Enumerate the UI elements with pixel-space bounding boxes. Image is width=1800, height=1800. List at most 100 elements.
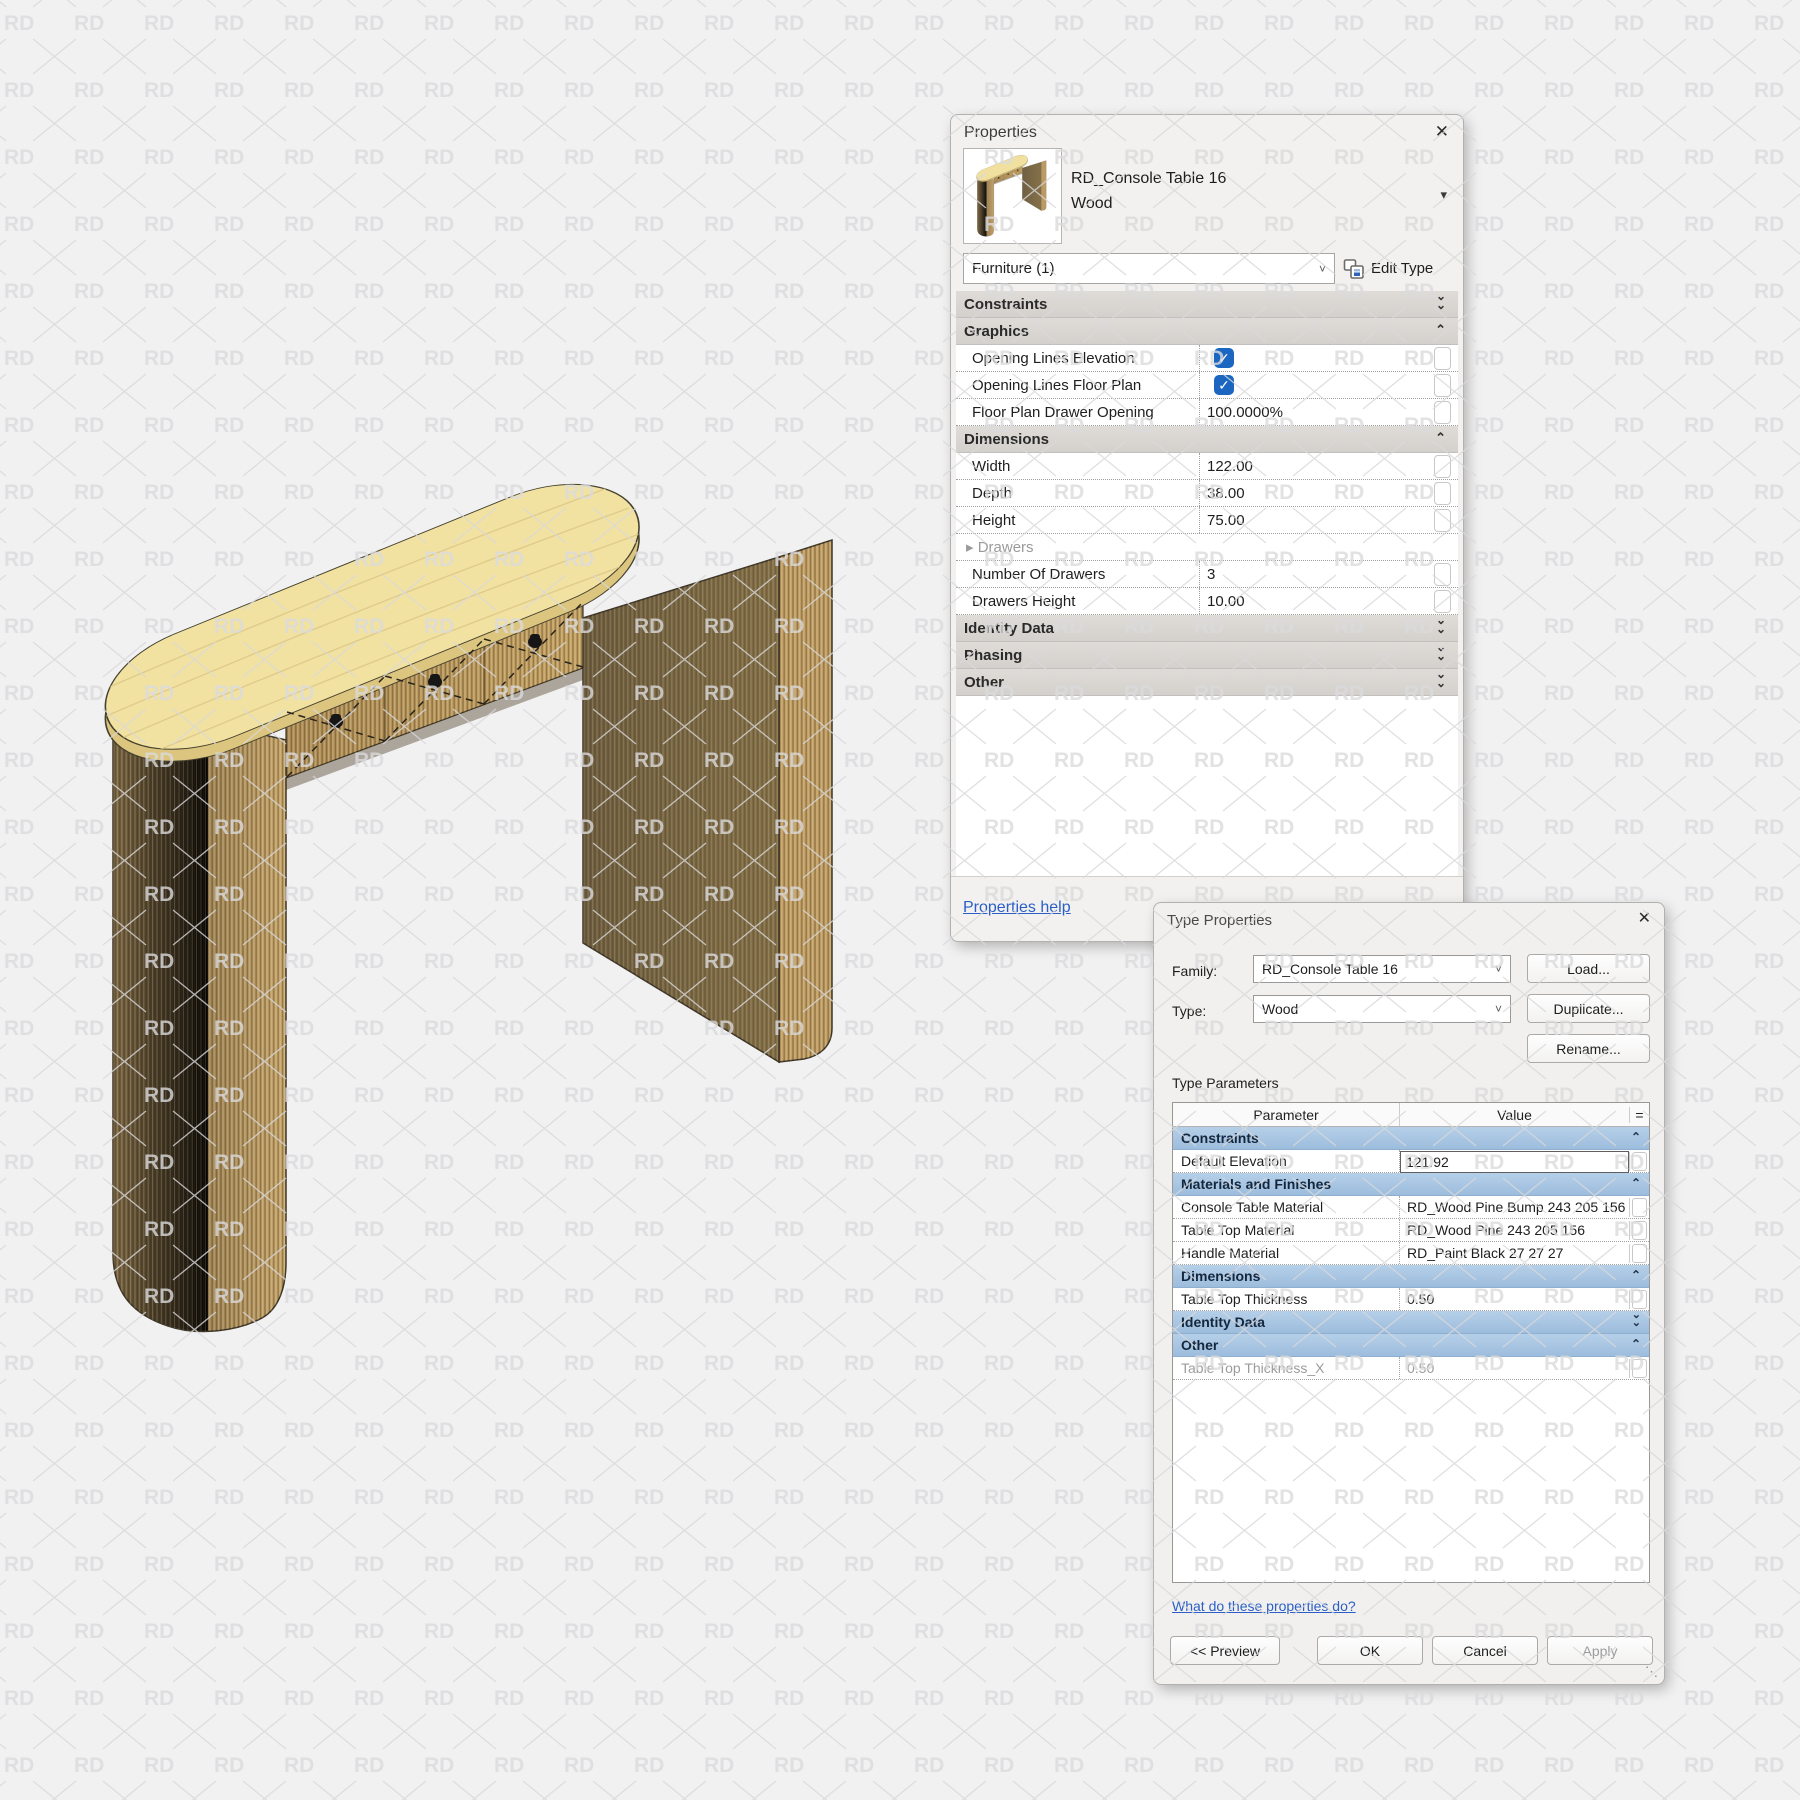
type-preview-thumbnail[interactable] (963, 148, 1062, 244)
trow-table-top-thickness: Table Top Thickness 0.50 (1173, 1288, 1649, 1311)
type-parameters-label: Type Parameters (1172, 1075, 1279, 1091)
trow-handle-material: Handle Material RD_Paint Black 27 27 27 (1173, 1242, 1649, 1265)
header-value: Value (1399, 1103, 1629, 1126)
properties-panel-title: Properties (964, 124, 1037, 142)
default-elevation-input[interactable]: 121.92 (1400, 1151, 1629, 1173)
category-selector[interactable]: Furniture (1) ˅ (963, 253, 1335, 284)
chevron-down-icon: ˅ (1319, 262, 1326, 276)
section-other[interactable]: Other ⌄⌄ (956, 669, 1458, 696)
chevron-up-icon[interactable]: ⌃ (1631, 1337, 1641, 1351)
load-button[interactable]: Load... (1527, 954, 1650, 983)
rename-button[interactable]: Rename... (1527, 1034, 1650, 1063)
tsection-materials[interactable]: Materials and Finishes ⌃ (1173, 1173, 1649, 1196)
properties-info-link[interactable]: What do these properties do? (1172, 1598, 1356, 1614)
header-parameter: Parameter (1173, 1107, 1399, 1123)
chevron-down-icon: ˅ (1495, 962, 1502, 976)
resize-grip-icon[interactable]: ⋱ (1645, 1664, 1658, 1680)
close-icon[interactable]: ✕ (1638, 911, 1651, 927)
associate-param-button[interactable] (1434, 455, 1451, 478)
associate-param-button[interactable] (1434, 347, 1451, 370)
chevron-up-icon[interactable]: ⌃ (1631, 1268, 1641, 1282)
type-label: Type: (1172, 1003, 1206, 1019)
chevron-up-icon[interactable]: ⌃ (1631, 1130, 1641, 1144)
associate-param-button[interactable] (1434, 401, 1451, 424)
associate-param-button[interactable] (1632, 1244, 1647, 1263)
value-field[interactable]: 75.00 (1199, 507, 1435, 533)
associate-param-button[interactable] (1434, 509, 1451, 532)
chevron-up-icon[interactable]: ⌃ (1435, 430, 1446, 446)
trow-table-top-thickness-x: Table Top Thickness_X 0.50 (1173, 1357, 1649, 1380)
chevron-double-down-icon[interactable]: ⌄⌄ (1436, 643, 1446, 661)
category-selector-value: Furniture (1) (972, 260, 1055, 277)
associate-param-button[interactable] (1632, 1221, 1647, 1240)
section-constraints[interactable]: Constraints ⌄⌄ (956, 291, 1458, 318)
value-field[interactable]: RD_Wood Pine 243 205 156 (1399, 1219, 1629, 1241)
associate-param-button[interactable] (1434, 563, 1451, 586)
associate-param-button[interactable] (1632, 1198, 1647, 1217)
value-field[interactable]: RD_Paint Black 27 27 27 (1399, 1242, 1629, 1264)
associate-param-button[interactable] (1434, 590, 1451, 613)
checkbox-checked[interactable]: ✓ (1214, 348, 1234, 368)
section-identity-data[interactable]: Identity Data ⌄⌄ (956, 615, 1458, 642)
row-drawers-group[interactable]: ▸ Drawers (956, 534, 1458, 561)
checkbox-checked[interactable]: ✓ (1214, 375, 1234, 395)
tsection-other[interactable]: Other ⌃ (1173, 1334, 1649, 1357)
section-graphics[interactable]: Graphics ⌃ (956, 318, 1458, 345)
type-properties-dialog: Type Properties ✕ Family: RD_Console Tab… (1154, 903, 1664, 1684)
row-opening-lines-elevation: Opening Lines Elevation ✓ (956, 345, 1458, 372)
preview-family-name: RD_Console Table 16 (1071, 170, 1226, 188)
associate-param-button[interactable] (1434, 482, 1451, 505)
preview-type-name: Wood (1071, 195, 1113, 213)
family-combobox[interactable]: RD_Console Table 16 ˅ (1253, 955, 1511, 983)
chevron-double-down-icon[interactable]: ⌄⌄ (1436, 616, 1446, 634)
row-number-of-drawers: Number Of Drawers 3 (956, 561, 1458, 588)
chevron-down-icon: ˅ (1495, 1002, 1502, 1016)
value-field[interactable]: 122.00 (1199, 453, 1435, 479)
group-marker-icon: ▸ (966, 539, 974, 556)
value-field[interactable]: 10.00 (1199, 588, 1435, 614)
type-combobox[interactable]: Wood ˅ (1253, 995, 1511, 1023)
tsection-dimensions[interactable]: Dimensions ⌃ (1173, 1265, 1649, 1288)
value-field-disabled: 0.50 (1399, 1357, 1629, 1379)
row-floor-plan-drawer-opening: Floor Plan Drawer Opening 100.0000% (956, 399, 1458, 426)
section-dimensions[interactable]: Dimensions ⌃ (956, 426, 1458, 453)
trow-console-table-material: Console Table Material RD_Wood Pine Bump… (1173, 1196, 1649, 1219)
section-phasing[interactable]: Phasing ⌄⌄ (956, 642, 1458, 669)
type-selector-dropdown-icon[interactable]: ▾ (1440, 187, 1447, 203)
properties-help-link[interactable]: Properties help (963, 899, 1071, 917)
tsection-constraints[interactable]: Constraints ⌃ (1173, 1127, 1649, 1150)
chevron-double-down-icon[interactable]: ⌄⌄ (1436, 292, 1446, 310)
associate-param-button[interactable] (1434, 374, 1451, 397)
row-depth: Depth 38.00 (956, 480, 1458, 507)
ok-button[interactable]: OK (1317, 1636, 1423, 1665)
close-icon[interactable]: ✕ (1435, 123, 1449, 140)
chevron-up-icon[interactable]: ⌃ (1631, 1176, 1641, 1190)
value-field[interactable]: 100.0000% (1199, 399, 1435, 425)
chevron-up-icon[interactable]: ⌃ (1435, 322, 1446, 338)
type-parameters-table: Parameter Value = Constraints ⌃ Default … (1172, 1102, 1650, 1583)
preview-button[interactable]: << Preview (1170, 1636, 1280, 1665)
edit-type-button[interactable]: Edit Type (1343, 253, 1453, 284)
edit-type-label: Edit Type (1371, 260, 1433, 277)
table-header-row: Parameter Value = (1173, 1103, 1649, 1127)
properties-panel: Properties ✕ RD_Console Table 16 Wood ▾ … (951, 115, 1463, 941)
value-field[interactable]: 3 (1199, 561, 1435, 587)
tsection-identity-data[interactable]: Identity Data ⌄⌄ (1173, 1311, 1649, 1334)
type-value: Wood (1262, 1001, 1298, 1017)
apply-button: Apply (1547, 1636, 1653, 1665)
family-label: Family: (1172, 963, 1217, 979)
value-field[interactable]: 38.00 (1199, 480, 1435, 506)
chevron-double-down-icon[interactable]: ⌄⌄ (1436, 670, 1446, 688)
value-field[interactable]: 0.50 (1399, 1288, 1629, 1310)
duplicate-button[interactable]: Duplicate... (1527, 994, 1650, 1023)
row-drawers-height: Drawers Height 10.00 (956, 588, 1458, 615)
revit-screenshot: { "watermark": { "text": "RD" }, "colors… (0, 0, 1800, 1800)
chevron-double-down-icon[interactable]: ⌄⌄ (1632, 1311, 1641, 1327)
trow-default-elevation: Default Elevation 121.92 (1173, 1150, 1649, 1173)
value-field[interactable]: RD_Wood Pine Bump 243 205 156 (1399, 1196, 1629, 1218)
trow-table-top-material: Table Top Material RD_Wood Pine 243 205 … (1173, 1219, 1649, 1242)
edit-type-icon (1343, 258, 1365, 280)
associate-param-button[interactable] (1632, 1290, 1647, 1309)
cancel-button[interactable]: Cancel (1432, 1636, 1538, 1665)
associate-param-button[interactable] (1632, 1152, 1647, 1171)
